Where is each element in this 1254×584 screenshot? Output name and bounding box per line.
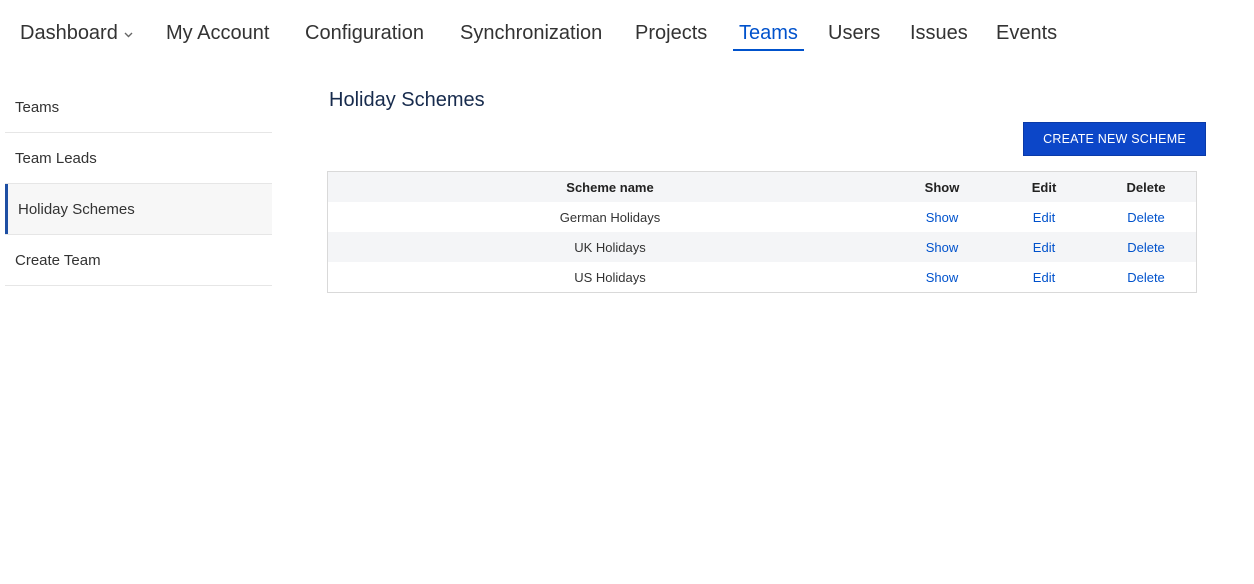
show-link[interactable]: Show [926, 270, 959, 285]
column-header-delete: Delete [1096, 172, 1196, 202]
scheme-name-cell: German Holidays [328, 202, 892, 232]
column-header-edit: Edit [992, 172, 1096, 202]
edit-link[interactable]: Edit [1033, 210, 1055, 225]
nav-dashboard-label: Dashboard [20, 22, 118, 44]
page-title: Holiday Schemes [329, 89, 485, 111]
delete-link[interactable]: Delete [1127, 210, 1165, 225]
delete-link[interactable]: Delete [1127, 270, 1165, 285]
nav-users[interactable]: Users [828, 18, 880, 48]
holiday-schemes-table: Scheme name Show Edit Delete German Holi… [327, 171, 1197, 293]
nav-my-account[interactable]: My Account [166, 18, 269, 48]
table-row: UK Holidays Show Edit Delete [328, 232, 1196, 262]
nav-teams[interactable]: Teams [733, 18, 804, 51]
top-navigation: Dashboard My Account Configuration Synch… [0, 0, 1254, 60]
table-row: German Holidays Show Edit Delete [328, 202, 1196, 232]
show-link[interactable]: Show [926, 240, 959, 255]
sidebar-item-create-team[interactable]: Create Team [5, 235, 272, 286]
scheme-name-cell: UK Holidays [328, 232, 892, 262]
sidebar-item-holiday-schemes[interactable]: Holiday Schemes [5, 184, 272, 235]
column-header-scheme-name: Scheme name [328, 172, 892, 202]
delete-link[interactable]: Delete [1127, 240, 1165, 255]
nav-synchronization[interactable]: Synchronization [460, 18, 602, 48]
nav-configuration[interactable]: Configuration [305, 18, 424, 48]
show-link[interactable]: Show [926, 210, 959, 225]
nav-events[interactable]: Events [996, 18, 1057, 48]
column-header-show: Show [892, 172, 992, 202]
scheme-name-cell: US Holidays [328, 262, 892, 292]
chevron-down-icon [124, 17, 133, 47]
edit-link[interactable]: Edit [1033, 240, 1055, 255]
nav-issues[interactable]: Issues [910, 18, 968, 48]
sidebar-item-teams[interactable]: Teams [5, 82, 272, 133]
nav-projects[interactable]: Projects [635, 18, 707, 48]
edit-link[interactable]: Edit [1033, 270, 1055, 285]
sidebar: Teams Team Leads Holiday Schemes Create … [5, 82, 272, 286]
table-row: US Holidays Show Edit Delete [328, 262, 1196, 292]
sidebar-item-team-leads[interactable]: Team Leads [5, 133, 272, 184]
create-new-scheme-button[interactable]: CREATE NEW SCHEME [1023, 122, 1206, 156]
nav-dashboard[interactable]: Dashboard [20, 18, 133, 49]
table-header-row: Scheme name Show Edit Delete [328, 172, 1196, 202]
